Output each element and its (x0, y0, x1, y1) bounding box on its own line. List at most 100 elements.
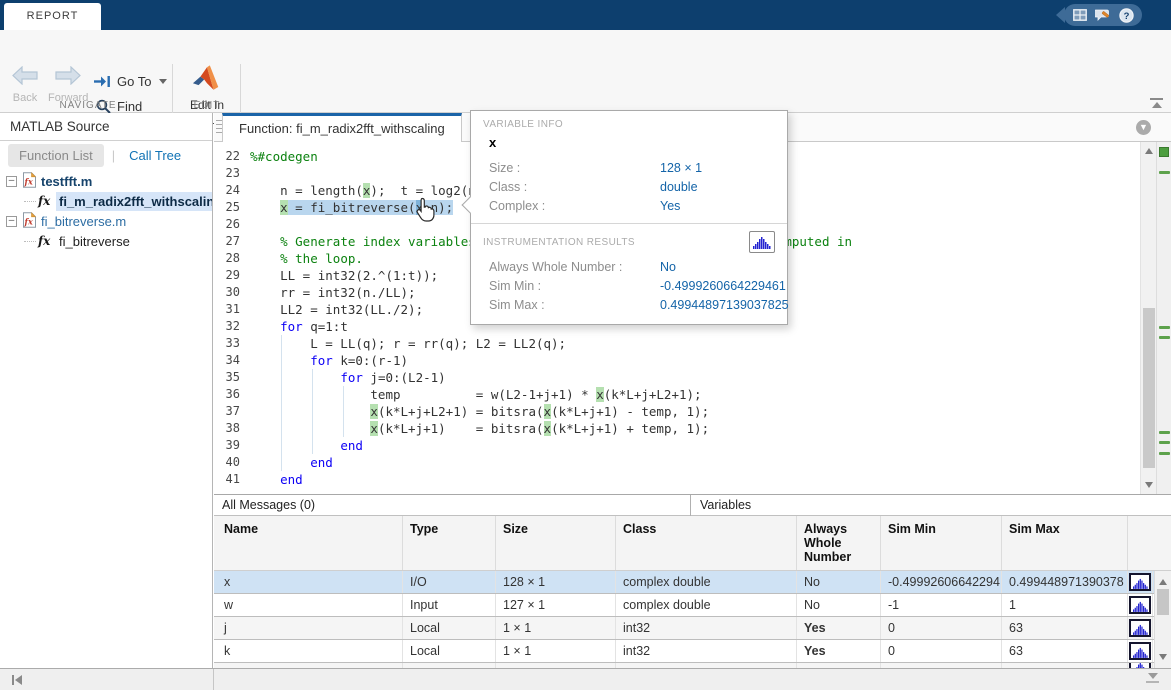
layout-grid-icon[interactable] (1072, 7, 1088, 23)
forward-button[interactable]: Forward (48, 66, 88, 104)
table-row-w[interactable]: wInput127 × 1complex doubleNo-11 (214, 594, 1154, 617)
tree-item-fi_bitreverse.m[interactable]: –fxfi_bitreverse.m (0, 211, 212, 231)
title-bar: REPORT ? (0, 0, 1171, 30)
row-histogram-button[interactable] (1129, 642, 1151, 660)
cell-always-whole-number: Yes (797, 617, 881, 639)
line-number: 23 (214, 165, 250, 182)
row-histogram-button[interactable] (1129, 573, 1151, 591)
table-scrollbar[interactable] (1154, 571, 1171, 668)
code-token: (k*L+j+1) = bitsra( (378, 421, 544, 436)
tab-function-list[interactable]: Function List (8, 144, 104, 167)
tab-report[interactable]: REPORT (4, 3, 101, 30)
popup-row-label: Complex : (483, 199, 660, 213)
histogram-button[interactable] (749, 231, 775, 253)
code-token: end (280, 472, 303, 487)
tree-item-fi_m_radix2fft_withscaling[interactable]: fxfi_m_radix2fft_withscaling (0, 191, 212, 211)
tree-item-fi_bitreverse[interactable]: fxfi_bitreverse (0, 231, 212, 251)
source-tree: –fxtestfft.mfxfi_m_radix2fft_withscaling… (0, 169, 212, 251)
collapse-ribbon-button[interactable] (1150, 98, 1163, 108)
annotation-mark[interactable] (1159, 452, 1170, 455)
popup-row-label: Sim Max : (483, 298, 660, 312)
column-header-sim-min[interactable]: Sim Min (881, 516, 1002, 570)
row-histogram-button[interactable] (1129, 619, 1151, 637)
table-scrollbar-thumb[interactable] (1157, 589, 1169, 615)
code-token: LL = int32(2.^(1:t)); (250, 268, 438, 283)
editor-scrollbar[interactable] (1140, 142, 1156, 494)
help-icon[interactable]: ? (1119, 7, 1135, 23)
line-number: 35 (214, 369, 250, 386)
back-button[interactable]: Back (8, 66, 42, 104)
column-header-size[interactable]: Size (496, 516, 616, 570)
popup-row-label: Always Whole Number : (483, 260, 660, 274)
code-token-highlighted[interactable]: = fi_bitreverse( (288, 200, 416, 215)
table-row-x[interactable]: xI/O128 × 1complex doubleNo-0.4999260664… (214, 571, 1154, 594)
collapse-down-icon[interactable] (1146, 673, 1159, 683)
line-number: 27 (214, 233, 250, 250)
line-number: 30 (214, 284, 250, 301)
table-scroll-up-icon[interactable] (1159, 579, 1167, 585)
column-header-type[interactable]: Type (403, 516, 496, 570)
scrollbar-thumb[interactable] (1143, 308, 1155, 468)
code-token-highlighted[interactable]: x (544, 404, 552, 419)
table-row-k[interactable]: kLocal1 × 1int32Yes063 (214, 640, 1154, 663)
annotation-mark[interactable] (1159, 326, 1170, 329)
popup-row-value: Yes (660, 199, 680, 213)
cell-sim-min: -0.49992606642294 (881, 571, 1002, 593)
table-row-j[interactable]: jLocal1 × 1int32Yes063 (214, 617, 1154, 640)
code-token: end (340, 438, 363, 453)
annotation-mark[interactable] (1159, 431, 1170, 434)
column-header-always-whole-number[interactable]: Always Whole Number (797, 516, 881, 570)
annotation-mark[interactable] (1159, 336, 1170, 339)
cell-sim-max: 1 (1002, 594, 1128, 616)
code-line-36: 36 temp = w(L2-1+j+1) * x(k*L+j+L2+1); (214, 386, 1140, 403)
scroll-down-icon[interactable] (1145, 482, 1153, 488)
tree-connector (24, 241, 36, 242)
cell-name: j (214, 617, 403, 639)
tree-expander-icon[interactable]: – (6, 176, 17, 187)
scroll-up-icon[interactable] (1145, 148, 1153, 154)
panel-menu-icon[interactable]: ▼ (1136, 120, 1151, 135)
tab-all-messages[interactable]: All Messages (0) (222, 498, 315, 512)
code-token: end (310, 455, 333, 470)
bottom-tab-divider (690, 495, 691, 516)
tab-function-source[interactable]: Function: fi_m_radix2fft_withscaling (222, 113, 462, 142)
tab-variables[interactable]: Variables (700, 498, 751, 512)
code-line-41: 41 end (214, 471, 1140, 488)
line-number: 39 (214, 437, 250, 454)
code-token-highlighted[interactable]: x (544, 421, 552, 436)
column-header-class[interactable]: Class (616, 516, 797, 570)
cell-class: complex double (616, 594, 797, 616)
code-token-highlighted[interactable]: x (370, 421, 378, 436)
code-line-40: 40 end (214, 454, 1140, 471)
code-token-highlighted[interactable]: x (596, 387, 604, 402)
edit-section-label: EDIT (178, 100, 236, 111)
code-token-highlighted[interactable]: x (280, 200, 288, 215)
popup-section-instrumentation: INSTRUMENTATION RESULTS (483, 237, 635, 248)
annotation-mark[interactable] (1159, 441, 1170, 444)
popup-info-rows: Size :128 × 1Class :doubleComplex :Yes (483, 158, 775, 215)
popup-row-value: No (660, 260, 676, 274)
code-token (250, 370, 340, 385)
column-header-sim-max[interactable]: Sim Max (1002, 516, 1128, 570)
tree-item-testfft.m[interactable]: –fxtestfft.m (0, 171, 212, 191)
annotation-mark[interactable] (1159, 171, 1170, 174)
tab-call-tree[interactable]: Call Tree (123, 144, 187, 167)
popup-result-rows: Always Whole Number :NoSim Min :-0.49992… (483, 257, 775, 314)
cell-sim-min: 0 (881, 640, 1002, 662)
code-status-indicator[interactable] (1159, 147, 1169, 157)
code-token-highlighted[interactable]: x (370, 404, 378, 419)
row-histogram-button[interactable] (1129, 596, 1151, 614)
go-to-caret-icon[interactable] (159, 79, 167, 84)
popup-variable-name: x (489, 135, 775, 150)
table-scroll-down-icon[interactable] (1159, 654, 1167, 660)
line-number: 36 (214, 386, 250, 403)
code-token: for (340, 370, 363, 385)
code-token (250, 234, 280, 249)
popup-section-variable-info: VARIABLE INFO (483, 119, 775, 130)
collapse-left-icon[interactable] (10, 674, 24, 689)
column-header-name[interactable]: Name (214, 516, 403, 570)
svg-text:?: ? (1124, 11, 1130, 22)
go-to-button[interactable]: Go To (94, 74, 167, 89)
tree-expander-icon[interactable]: – (6, 216, 17, 227)
feedback-icon[interactable] (1095, 7, 1111, 23)
